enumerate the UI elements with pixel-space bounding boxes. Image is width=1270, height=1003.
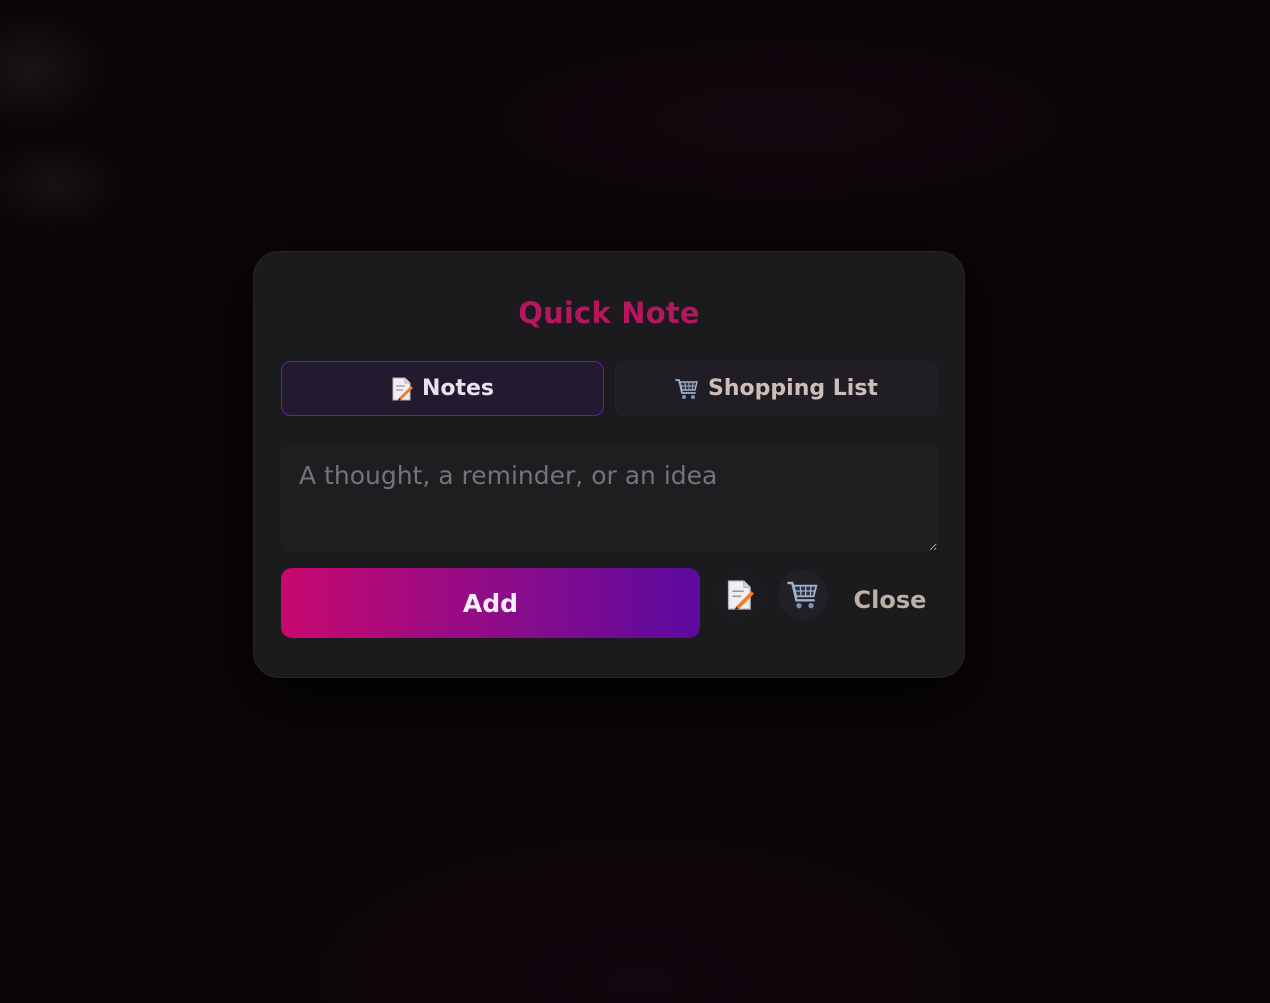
memo-icon <box>391 377 413 401</box>
tab-notes-label: Notes <box>421 376 495 401</box>
shopping-cart-icon <box>675 378 699 400</box>
dialog-title: Quick Note <box>518 296 700 330</box>
tab-shopping-list[interactable]: Shopping List <box>615 361 938 416</box>
quick-note-dialog: Quick Note Notes Shopping List A thought… <box>253 251 965 678</box>
quick-add-note-button[interactable] <box>715 570 765 620</box>
tab-notes[interactable]: Notes <box>281 361 604 416</box>
shopping-cart-icon <box>787 580 819 610</box>
close-button[interactable]: Close <box>847 578 933 622</box>
tab-shopping-list-label: Shopping List <box>708 376 878 401</box>
memo-icon <box>726 579 754 611</box>
note-input[interactable] <box>281 444 938 552</box>
add-button[interactable]: Add <box>281 568 700 638</box>
quick-add-shopping-button[interactable] <box>778 570 828 620</box>
